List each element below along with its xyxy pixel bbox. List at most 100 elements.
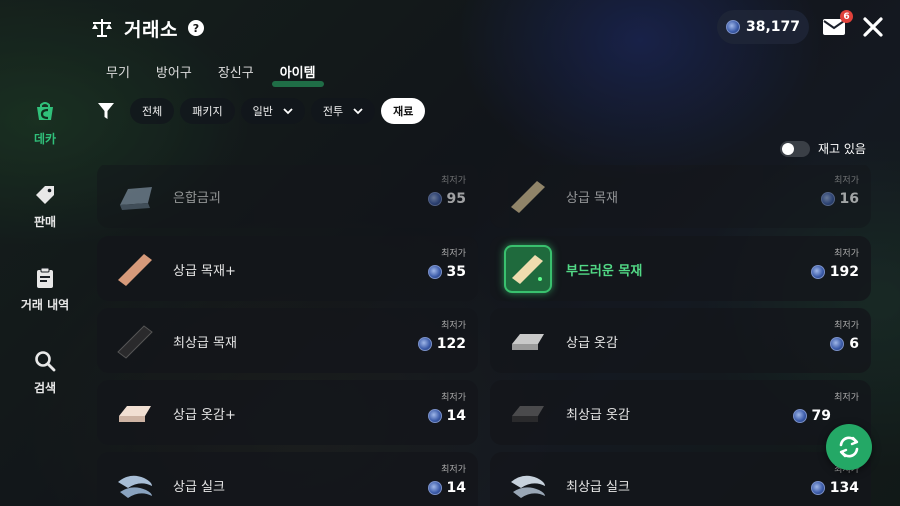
coin-icon — [417, 337, 432, 351]
lowest-price-label: 최저가 — [441, 393, 466, 403]
item-card[interactable]: 최상급 실크 최저가 134 — [490, 452, 871, 506]
sidebar-item-sell[interactable]: 판매 — [10, 183, 80, 266]
tab-armor[interactable]: 방어구 — [148, 60, 200, 83]
filter-icon[interactable] — [96, 101, 116, 121]
in-stock-toggle[interactable]: 재고 있음 — [780, 140, 866, 157]
item-card[interactable]: 상급 옷감 최저가 6 — [490, 308, 871, 373]
sidebar-item-label: 검색 — [33, 381, 57, 395]
item-thumb — [111, 389, 159, 437]
price-value: 95 — [446, 191, 466, 207]
lowest-price-label: 최저가 — [834, 321, 859, 331]
item-thumb — [504, 172, 552, 220]
coin-icon — [830, 337, 845, 351]
tab-weapons[interactable]: 무기 — [98, 60, 138, 83]
item-thumb — [504, 389, 552, 437]
silk-icon — [118, 475, 152, 498]
filter-chip-general[interactable]: 일반 — [240, 98, 305, 124]
in-stock-label: 재고 있음 — [818, 142, 866, 156]
cloth-icon — [512, 334, 544, 350]
currency-balance: 38,177 — [717, 10, 809, 44]
chevron-down-icon — [353, 108, 363, 115]
item-price: 192 — [810, 264, 859, 280]
dark-cloth-icon — [512, 406, 544, 422]
filter-chip-combat[interactable]: 전투 — [310, 98, 376, 124]
toggle-switch[interactable] — [780, 140, 810, 157]
item-thumb — [504, 461, 552, 506]
tab-accessories[interactable]: 장신구 — [210, 60, 262, 83]
chip-label: 일반 — [252, 105, 273, 118]
chip-label: 전투 — [322, 105, 344, 118]
help-icon[interactable]: ? — [187, 20, 204, 36]
coin-icon — [427, 481, 442, 495]
item-thumb — [111, 245, 159, 293]
item-name: 상급 목재 — [566, 191, 618, 206]
price-value: 6 — [849, 336, 859, 352]
item-price: 14 — [427, 408, 466, 424]
item-thumb — [504, 245, 552, 293]
price-value: 14 — [446, 480, 466, 496]
lowest-price-label: 최저가 — [441, 465, 466, 475]
refresh-button[interactable] — [826, 424, 872, 470]
item-card[interactable]: 상급 실크 최저가 14 — [97, 452, 478, 506]
item-thumb — [504, 317, 552, 365]
item-card-selected[interactable]: 부드러운 목재 최저가 192 — [490, 236, 871, 301]
price-value: 134 — [829, 480, 859, 496]
item-card[interactable]: 최상급 옷감 최저가 79 — [490, 380, 871, 445]
refresh-icon — [839, 436, 859, 458]
filter-chip-materials[interactable]: 재료 — [381, 98, 426, 124]
lowest-price-label: 최저가 — [834, 176, 859, 186]
item-card[interactable]: 은합금괴 최저가 95 — [97, 165, 478, 228]
price-value: 14 — [446, 408, 466, 424]
item-price: 79 — [792, 408, 831, 424]
sidebar-item-history[interactable]: 거래 내역 — [10, 266, 80, 349]
price-value: 192 — [829, 264, 859, 280]
item-thumb — [111, 172, 159, 220]
item-card[interactable]: 최상급 목재 최저가 122 — [97, 308, 478, 373]
category-tabs: 무기 방어구 장신구 아이템 — [98, 60, 324, 87]
mail-badge: 6 — [840, 10, 853, 23]
price-value: 35 — [446, 264, 466, 280]
price-value: 16 — [839, 191, 859, 207]
item-price: 6 — [830, 336, 859, 352]
item-price: 95 — [427, 191, 466, 207]
item-card[interactable]: 상급 목재+ 최저가 35 — [97, 236, 478, 301]
item-price: 122 — [417, 336, 466, 352]
header: 거래소 ? — [90, 12, 204, 44]
coin-icon — [725, 20, 740, 34]
chip-label: 전체 — [142, 105, 163, 118]
chevron-down-icon — [283, 108, 293, 115]
price-value: 122 — [436, 336, 466, 352]
close-icon[interactable] — [862, 16, 884, 38]
filter-chip-package[interactable]: 패키지 — [180, 98, 235, 124]
search-icon — [35, 351, 56, 372]
coin-icon — [792, 409, 807, 423]
item-name: 최상급 목재 — [173, 336, 237, 351]
tab-items[interactable]: 아이템 — [271, 60, 324, 87]
coin-icon — [427, 192, 442, 206]
item-card[interactable]: 상급 옷감+ 최저가 14 — [97, 380, 478, 445]
wood-plank-icon — [118, 254, 152, 286]
item-card[interactable]: 상급 목재 최저가 16 — [490, 165, 871, 228]
sidebar-item-deca[interactable]: 데카 — [10, 100, 80, 183]
chip-label: 재료 — [393, 105, 414, 118]
item-name: 상급 실크 — [173, 480, 225, 495]
chip-label: 패키지 — [192, 105, 223, 118]
filter-chip-all[interactable]: 전체 — [130, 98, 175, 124]
item-name: 상급 옷감 — [566, 336, 618, 351]
lowest-price-label: 최저가 — [834, 393, 859, 403]
silver-ingot-icon — [120, 187, 152, 210]
clipboard-icon — [37, 267, 53, 288]
sidebar-item-label: 데카 — [33, 132, 57, 146]
item-price: 16 — [820, 191, 859, 207]
coin-icon — [810, 481, 825, 495]
sidebar-item-search[interactable]: 검색 — [10, 349, 80, 432]
wood-plank-icon — [511, 181, 545, 213]
lowest-price-label: 최저가 — [441, 321, 466, 331]
price-value: 79 — [811, 408, 831, 424]
item-price: 134 — [810, 480, 859, 496]
coin-icon — [810, 265, 825, 279]
item-price: 35 — [427, 264, 466, 280]
filter-bar: 전체 패키지 일반 전투 재료 — [96, 98, 426, 124]
item-name: 최상급 실크 — [566, 480, 630, 495]
item-name: 은합금괴 — [173, 191, 221, 206]
